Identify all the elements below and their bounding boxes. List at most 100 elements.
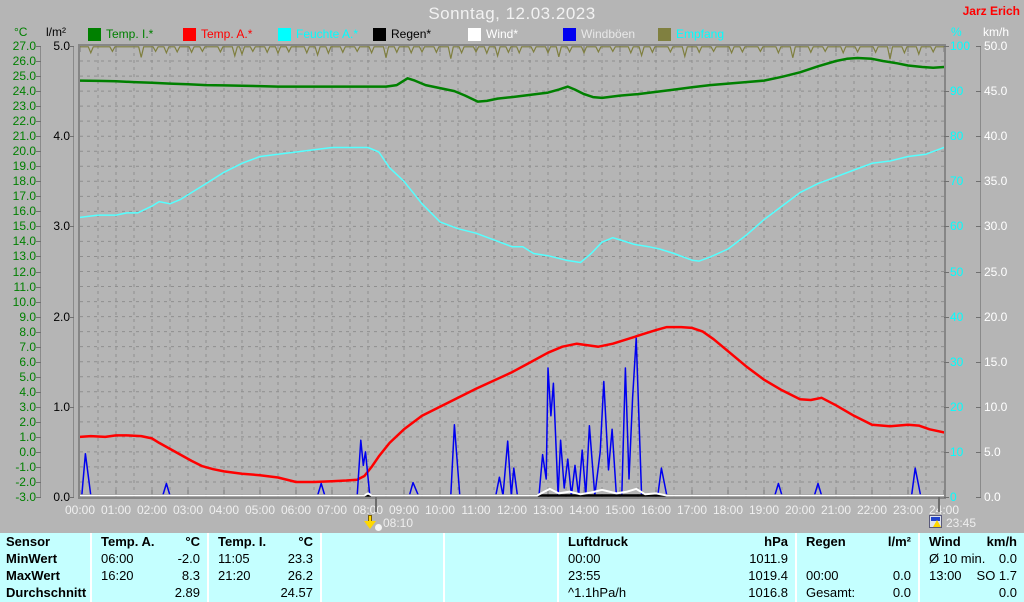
axis-tick [976, 316, 981, 318]
table-cell-value: 1011.9 [749, 551, 788, 566]
axis-tick [976, 406, 981, 408]
legend-item-temp-i[interactable]: Temp. I.* [88, 27, 153, 41]
c-axis-tick-label: 15.0 [12, 219, 36, 234]
table-cell-time [920, 584, 929, 601]
legend-item-windböen[interactable]: Windböen [563, 27, 635, 41]
c-axis-tick-label: 17.0 [12, 189, 36, 204]
table-col-name [322, 533, 331, 550]
summary-table: Sensor MinWert MaxWert Durchschnitt Temp. A.… [0, 533, 1024, 602]
marker-end-label: 23:45 [946, 516, 977, 530]
chart-title: Sonntag, 12.03.2023 [428, 4, 596, 23]
pct-axis-tick-label: 100 [950, 39, 971, 53]
c-axis-tick-label: 7.0 [19, 339, 36, 354]
axis-tick [36, 106, 41, 108]
axis-rail [73, 46, 74, 497]
axis-tick [976, 451, 981, 453]
table-cell-value: 2.89 [174, 585, 200, 600]
c-axis-tick-label: 4.0 [19, 384, 36, 399]
c-axis-tick-label: 12.0 [12, 264, 36, 279]
table-cell-value: 0.0 [998, 585, 1017, 600]
c-axis-tick-label: 13.0 [12, 249, 36, 264]
axis-unit-percent: % [951, 25, 962, 39]
weather-station-window: Sonntag, 12.03.2023 Jarz Erich Temp. I.*… [0, 0, 1024, 602]
pct-axis-tick-label: 20 [950, 399, 964, 414]
axis-tick [976, 226, 981, 228]
pct-axis-tick-label: 10 [950, 444, 964, 459]
axis-tick [69, 226, 74, 228]
legend-item-temp-a[interactable]: Temp. A.* [183, 27, 252, 41]
axis-tick [36, 451, 41, 453]
legend-item-empfang[interactable]: Empfang [658, 27, 724, 41]
axis-unit-liters: l/m² [46, 25, 66, 39]
kmh-axis-tick-label: 50.0 [984, 39, 1008, 53]
legend-item-feuchte-a[interactable]: Feuchte A.* [278, 27, 358, 41]
c-axis-tick-label: 20.0 [12, 144, 36, 159]
table-col-name: Wind [929, 534, 961, 549]
lm-axis-tick-label: 4.0 [53, 129, 70, 144]
lm-axis-tick-label: 1.0 [53, 399, 70, 414]
c-axis-tick-label: 14.0 [12, 234, 36, 249]
table-row-label: Sensor [6, 534, 51, 549]
lm-axis-tick-label: 2.0 [53, 309, 70, 324]
plot-area [78, 44, 946, 499]
pct-axis-tick-label: 80 [950, 129, 964, 144]
legend-item-wind[interactable]: Wind* [468, 27, 518, 41]
table-cell-time [445, 567, 454, 584]
axis-tick [944, 497, 949, 498]
pct-axis-tick-label: 60 [950, 219, 964, 234]
table-cell-time [445, 584, 454, 601]
table-cell-value: 1019.4 [748, 568, 788, 583]
legend-item-regen[interactable]: Regen* [373, 27, 431, 41]
pct-axis-tick-label: 90 [950, 84, 964, 99]
axis-tick [944, 316, 949, 318]
axis-tick [36, 376, 41, 378]
c-axis-tick-label: 5.0 [19, 369, 36, 384]
axis-tick [36, 466, 41, 468]
table-col-unit: hPa [764, 534, 788, 549]
axis-tick [36, 271, 41, 273]
table-cell-value: 23.3 [287, 551, 313, 566]
axis-tick [36, 196, 41, 198]
kmh-axis-tick-label: 30.0 [984, 219, 1008, 234]
kmh-axis-tick-label: 0.0 [984, 490, 1001, 504]
c-axis-tick-label: 25.0 [12, 69, 36, 84]
legend-swatch-icon [183, 27, 196, 41]
pct-axis-tick-label: 30 [950, 354, 964, 369]
c-axis-tick-label: 0.0 [19, 444, 36, 459]
legend-swatch-icon [373, 27, 386, 41]
c-axis-tick-label: -3.0 [15, 490, 36, 504]
axis-tick [976, 497, 981, 498]
table-column-empty [320, 533, 443, 602]
c-axis-tick-label: 11.0 [13, 279, 36, 294]
table-cell-time [322, 584, 331, 601]
axis-tick [944, 181, 949, 183]
table-cell-time [445, 550, 454, 567]
table-cell-value: 1016.8 [748, 585, 788, 600]
axis-tick [976, 46, 981, 47]
c-axis-tick-label: 2.0 [19, 414, 36, 429]
axis-tick [36, 406, 41, 408]
table-cell-time [209, 584, 218, 601]
axis-tick [944, 226, 949, 228]
marker-end-tick [938, 497, 940, 512]
c-axis-tick-label: 26.0 [12, 54, 36, 69]
legend-label: Empfang [676, 27, 725, 41]
grid [80, 46, 944, 497]
lm-axis-tick-label: 3.0 [53, 219, 70, 234]
table-cell-time: Gesamt: [806, 585, 856, 600]
axis-tick [976, 181, 981, 183]
table-cell-value: 8.3 [181, 568, 200, 583]
axis-tick [36, 226, 41, 228]
table-cell-time: 00:00 [568, 551, 601, 566]
axis-tick [976, 91, 981, 93]
axis-tick [36, 151, 41, 153]
table-col-unit: km/h [986, 534, 1017, 549]
table-cell-value: -2.0 [177, 551, 200, 566]
axis-tick [976, 136, 981, 138]
c-axis-tick-label: -2.0 [15, 474, 36, 489]
kmh-axis-tick-label: 35.0 [984, 174, 1008, 189]
legend-label: Feuchte A.* [296, 27, 359, 41]
table-cell-time: 16:20 [101, 568, 134, 583]
pct-axis-tick-label: 40 [950, 309, 964, 324]
axis-tick [36, 46, 41, 47]
